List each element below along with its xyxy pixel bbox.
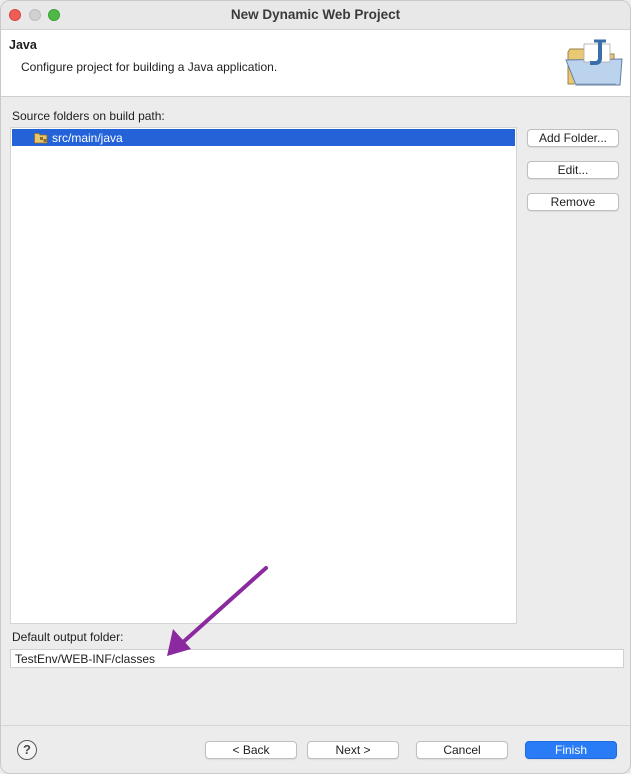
page-description: Configure project for building a Java ap… xyxy=(21,60,278,74)
cancel-button[interactable]: Cancel xyxy=(416,741,508,759)
output-folder-label: Default output folder: xyxy=(12,630,124,644)
dialog-window: New Dynamic Web Project Java Configure p… xyxy=(0,0,631,774)
folder-java-icon xyxy=(565,39,623,86)
edit-button[interactable]: Edit... xyxy=(527,161,619,179)
source-folders-tree[interactable]: src/main/java xyxy=(10,127,517,624)
window-title: New Dynamic Web Project xyxy=(230,7,401,22)
output-folder-input[interactable] xyxy=(10,649,624,668)
source-folders-label: Source folders on build path: xyxy=(12,109,165,123)
finish-button[interactable]: Finish xyxy=(525,741,617,759)
next-button[interactable]: Next > xyxy=(307,741,399,759)
remove-button[interactable]: Remove xyxy=(527,193,619,211)
page-title: Java xyxy=(9,38,37,52)
package-folder-icon xyxy=(34,132,48,143)
tree-item-label: src/main/java xyxy=(52,130,123,145)
back-button[interactable]: < Back xyxy=(205,741,297,759)
help-icon[interactable]: ? xyxy=(17,740,37,760)
wizard-banner: Java Configure project for building a Ja… xyxy=(1,30,630,97)
title-bar: New Dynamic Web Project xyxy=(1,1,630,30)
add-folder-button[interactable]: Add Folder... xyxy=(527,129,619,147)
tree-item-src-main-java[interactable]: src/main/java xyxy=(12,129,515,146)
footer-separator xyxy=(1,725,630,726)
